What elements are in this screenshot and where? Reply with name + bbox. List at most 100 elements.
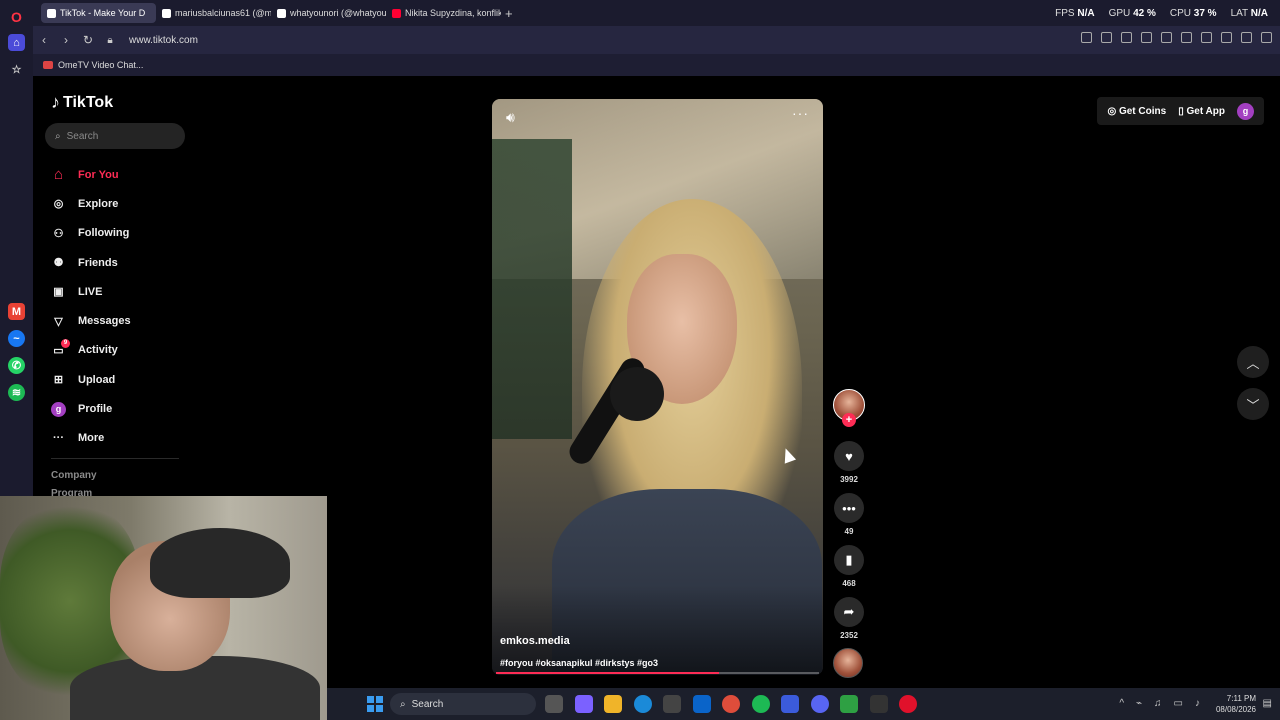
lat-readout: LAT N/A — [1230, 7, 1268, 19]
bookmark-ometv[interactable]: OmeTV Video Chat... — [58, 60, 143, 70]
download-icon[interactable] — [1181, 32, 1192, 43]
messenger-icon[interactable]: ~ — [8, 330, 25, 347]
forward-icon[interactable]: › — [55, 33, 77, 47]
back-icon[interactable]: ‹ — [33, 33, 55, 47]
more-options-icon[interactable]: ··· — [792, 105, 809, 121]
sidebar-item-friends[interactable]: ⚉ Friends — [51, 248, 131, 277]
cpu-readout: CPU 37 % — [1169, 7, 1217, 19]
edge-icon[interactable] — [633, 695, 652, 713]
sidebar-item-messages[interactable]: ▽ Messages — [51, 306, 130, 335]
previous-video-button[interactable]: ︿ — [1237, 346, 1269, 378]
sidebar-item-live[interactable]: ▣ LIVE — [51, 277, 131, 306]
network-icon[interactable]: ⌁ — [1136, 698, 1142, 709]
tab-label: Nikita Supyzdina, konfliktai — [405, 8, 501, 18]
taskbar-search[interactable]: ⌕ Search — [390, 693, 536, 715]
chrome-icon[interactable] — [722, 695, 740, 713]
shield-icon[interactable] — [1121, 32, 1132, 43]
get-coins-button[interactable]: ◎ Get Coins — [1107, 106, 1166, 117]
heart-icon[interactable] — [1161, 32, 1172, 43]
bookmark-icon[interactable]: ▮ — [834, 545, 864, 575]
coin-icon: ◎ — [1107, 105, 1117, 117]
phone-icon: ▯ — [1178, 105, 1184, 117]
outlook-icon[interactable] — [692, 695, 711, 713]
comment-icon[interactable]: ••• — [834, 493, 864, 523]
ai-icon[interactable] — [1261, 32, 1272, 43]
opera-icon[interactable] — [899, 695, 917, 713]
avatar: g — [51, 401, 66, 417]
footer-link-company[interactable]: Company — [51, 470, 97, 481]
tab-3[interactable]: Nikita Supyzdina, konfliktai — [386, 3, 501, 23]
next-video-button[interactable]: ﹀ — [1237, 388, 1269, 420]
extensions-icon[interactable] — [1241, 32, 1252, 43]
tab-0[interactable]: TikTok - Make Your D — [41, 3, 156, 23]
taskbar-apps — [545, 695, 917, 713]
home-icon[interactable]: ⌂ — [8, 34, 25, 51]
save-action: ▮ 468 — [833, 545, 865, 588]
music-disc-avatar[interactable] — [833, 648, 863, 678]
share-icon[interactable]: ➦ — [834, 597, 864, 627]
tab-2[interactable]: whatyounori (@whatyoun — [271, 3, 386, 23]
display-icon[interactable]: ▭ — [1174, 698, 1183, 709]
sidebar-item-explore[interactable]: ◎ Explore — [51, 189, 131, 218]
spotify-icon[interactable] — [751, 695, 770, 713]
profile-icon[interactable] — [1221, 32, 1232, 43]
chevron-up-icon[interactable]: ^ — [1119, 698, 1124, 709]
edit-icon[interactable] — [1081, 32, 1092, 43]
url-field[interactable]: www.tiktok.com — [129, 35, 198, 46]
tab-1[interactable]: mariusbalciunas61 (@mar — [156, 3, 271, 23]
video-caption[interactable]: #foryou #oksanapikul #dirkstys #go3 — [500, 658, 658, 668]
tab-label: mariusbalciunas61 (@mar — [175, 8, 271, 18]
sidebar-item-upload[interactable]: ⊞ Upload — [51, 365, 131, 394]
volume-icon[interactable]: 🔊︎ — [506, 109, 515, 126]
sidebar-item-activity[interactable]: ▭ 9 Activity — [51, 336, 131, 365]
play-icon[interactable] — [1141, 32, 1152, 43]
bookmark-favicon-icon — [43, 61, 53, 69]
brand-name: TikTok — [63, 93, 114, 111]
video-player[interactable]: 🔊︎ ··· emkos.media #foryou #oksanapikul … — [492, 99, 823, 675]
microphone-icon[interactable]: ♫ — [1154, 698, 1162, 709]
video-progress-bar[interactable] — [496, 672, 819, 674]
header-avatar[interactable]: g — [1237, 102, 1254, 120]
heart-icon[interactable]: ♥ — [834, 441, 864, 471]
get-app-button[interactable]: ▯ Get App — [1178, 106, 1225, 117]
bookmarks-bar: OmeTV Video Chat... — [33, 54, 1280, 76]
store-icon[interactable] — [663, 695, 681, 713]
opera-logo-icon[interactable]: O — [8, 8, 25, 25]
video-author[interactable]: emkos.media — [500, 635, 570, 647]
vpn-icon[interactable] — [781, 695, 799, 713]
search-input[interactable]: ⌕ Search — [45, 123, 185, 149]
new-tab-button[interactable]: + — [505, 6, 513, 21]
menu-icon[interactable] — [1201, 32, 1212, 43]
gmail-icon[interactable]: M — [8, 303, 25, 320]
steam-icon[interactable] — [869, 695, 888, 713]
lock-icon[interactable]: 🔒︎ — [99, 35, 121, 46]
share-count: 2352 — [840, 631, 858, 640]
task-view-icon[interactable] — [545, 695, 563, 713]
tiktok-logo[interactable]: ♪ TikTok — [51, 92, 113, 113]
spotify-icon[interactable]: ≋ — [8, 384, 25, 401]
sidebar-item-following[interactable]: ⚇ Following — [51, 219, 131, 248]
star-icon[interactable]: ☆ — [8, 61, 25, 78]
follow-button[interactable]: + — [842, 413, 856, 427]
tiktok-note-icon: ♪ — [51, 92, 60, 112]
notification-icon[interactable]: ▤ — [1263, 698, 1272, 709]
app-icon[interactable] — [840, 695, 858, 713]
sidebar-item-more[interactable]: ··· More — [51, 424, 131, 453]
sidebar-item-for-you[interactable]: ⌂ For You — [51, 160, 131, 189]
reload-icon[interactable]: ↻ — [77, 33, 99, 47]
share-action: ➦ 2352 — [833, 597, 865, 640]
discord-icon[interactable] — [810, 695, 829, 713]
header-actions: ◎ Get Coins ▯ Get App g — [1097, 97, 1264, 125]
youtube-icon — [392, 8, 401, 18]
whatsapp-icon[interactable]: ✆ — [8, 357, 25, 374]
comment-count: 49 — [844, 527, 854, 536]
file-explorer-icon[interactable] — [604, 695, 622, 713]
sidebar-item-label: LIVE — [78, 285, 103, 298]
speaker-icon[interactable]: ♪ — [1195, 698, 1200, 709]
taskbar-clock[interactable]: 7:11 PM 08/08/2026 — [1216, 693, 1256, 715]
sidebar-item-profile[interactable]: g Profile — [51, 394, 131, 423]
windows-start-icon[interactable] — [367, 696, 383, 712]
copilot-icon[interactable] — [574, 695, 593, 713]
camera-icon[interactable] — [1101, 32, 1112, 43]
like-count: 3992 — [840, 475, 858, 484]
